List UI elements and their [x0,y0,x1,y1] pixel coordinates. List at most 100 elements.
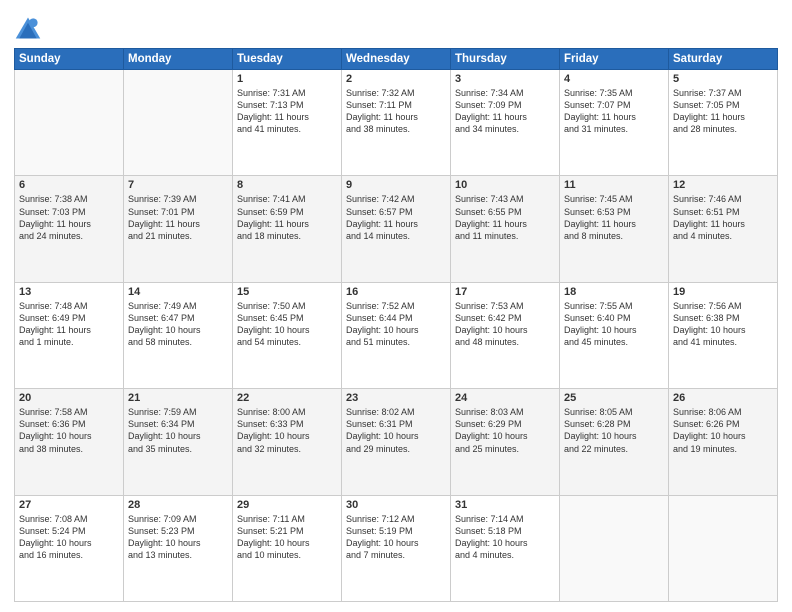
day-info: Sunrise: 7:41 AM Sunset: 6:59 PM Dayligh… [237,193,337,242]
day-info: Sunrise: 7:53 AM Sunset: 6:42 PM Dayligh… [455,300,555,349]
day-number: 16 [346,286,446,298]
day-number: 8 [237,179,337,191]
day-number: 9 [346,179,446,191]
day-info: Sunrise: 7:35 AM Sunset: 7:07 PM Dayligh… [564,87,664,136]
week-row-3: 20 Sunrise: 7:58 AM Sunset: 6:36 PM Dayli… [15,389,778,495]
day-number: 15 [237,286,337,298]
weekday-header-sunday: Sunday [15,49,124,70]
calendar-cell: 6 Sunrise: 7:38 AM Sunset: 7:03 PM Daylig… [15,176,124,282]
calendar-cell: 20 Sunrise: 7:58 AM Sunset: 6:36 PM Dayli… [15,389,124,495]
calendar-cell: 28 Sunrise: 7:09 AM Sunset: 5:23 PM Dayli… [124,495,233,601]
day-info: Sunrise: 7:11 AM Sunset: 5:21 PM Dayligh… [237,513,337,562]
day-info: Sunrise: 7:55 AM Sunset: 6:40 PM Dayligh… [564,300,664,349]
calendar-cell: 27Sunrise: 7:08 AM Sunset: 5:24 PM Dayli… [15,495,124,601]
day-info: Sunrise: 7:43 AM Sunset: 6:55 PM Dayligh… [455,193,555,242]
weekday-header-row: SundayMondayTuesdayWednesdayThursdayFrid… [15,49,778,70]
day-number: 7 [128,179,228,191]
calendar-cell: 31Sunrise: 7:14 AM Sunset: 5:18 PM Dayli… [451,495,560,601]
day-number: 26 [673,392,773,404]
day-number: 6 [19,179,119,191]
day-number: 24 [455,392,555,404]
calendar-cell: 19 Sunrise: 7:56 AM Sunset: 6:38 PM Dayli… [669,282,778,388]
weekday-header-friday: Friday [560,49,669,70]
day-number: 14 [128,286,228,298]
page: SundayMondayTuesdayWednesdayThursdayFrid… [0,0,792,612]
calendar-cell [124,70,233,176]
calendar-cell: 18 Sunrise: 7:55 AM Sunset: 6:40 PM Dayli… [560,282,669,388]
calendar-cell: 10 Sunrise: 7:43 AM Sunset: 6:55 PM Dayli… [451,176,560,282]
logo [14,14,44,42]
day-info: Sunrise: 7:38 AM Sunset: 7:03 PM Dayligh… [19,193,119,242]
day-info: Sunrise: 7:58 AM Sunset: 6:36 PM Dayligh… [19,406,119,455]
day-info: Sunrise: 8:00 AM Sunset: 6:33 PM Dayligh… [237,406,337,455]
day-number: 1 [237,73,337,85]
calendar-cell: 13Sunrise: 7:48 AM Sunset: 6:49 PM Dayli… [15,282,124,388]
day-number: 22 [237,392,337,404]
calendar-cell: 30 Sunrise: 7:12 AM Sunset: 5:19 PM Dayli… [342,495,451,601]
calendar-cell: 12 Sunrise: 7:46 AM Sunset: 6:51 PM Dayli… [669,176,778,282]
calendar-cell: 21Sunrise: 7:59 AM Sunset: 6:34 PM Dayli… [124,389,233,495]
day-number: 27 [19,499,119,511]
calendar-cell: 3 Sunrise: 7:34 AM Sunset: 7:09 PM Daylig… [451,70,560,176]
day-number: 2 [346,73,446,85]
week-row-2: 13Sunrise: 7:48 AM Sunset: 6:49 PM Dayli… [15,282,778,388]
day-number: 20 [19,392,119,404]
day-number: 13 [19,286,119,298]
weekday-header-tuesday: Tuesday [233,49,342,70]
logo-icon [14,14,42,42]
calendar-cell [15,70,124,176]
weekday-header-wednesday: Wednesday [342,49,451,70]
calendar-cell: 16 Sunrise: 7:52 AM Sunset: 6:44 PM Dayli… [342,282,451,388]
calendar-cell: 2 Sunrise: 7:32 AM Sunset: 7:11 PM Daylig… [342,70,451,176]
day-info: Sunrise: 7:46 AM Sunset: 6:51 PM Dayligh… [673,193,773,242]
calendar-cell: 23Sunrise: 8:02 AM Sunset: 6:31 PM Dayli… [342,389,451,495]
calendar-cell: 8 Sunrise: 7:41 AM Sunset: 6:59 PM Daylig… [233,176,342,282]
day-info: Sunrise: 8:05 AM Sunset: 6:28 PM Dayligh… [564,406,664,455]
calendar-table: SundayMondayTuesdayWednesdayThursdayFrid… [14,48,778,602]
day-number: 10 [455,179,555,191]
calendar-cell: 11 Sunrise: 7:45 AM Sunset: 6:53 PM Dayli… [560,176,669,282]
day-info: Sunrise: 8:06 AM Sunset: 6:26 PM Dayligh… [673,406,773,455]
day-number: 29 [237,499,337,511]
calendar-cell: 17Sunrise: 7:53 AM Sunset: 6:42 PM Dayli… [451,282,560,388]
day-info: Sunrise: 7:37 AM Sunset: 7:05 PM Dayligh… [673,87,773,136]
weekday-header-thursday: Thursday [451,49,560,70]
calendar-cell [560,495,669,601]
day-info: Sunrise: 7:52 AM Sunset: 6:44 PM Dayligh… [346,300,446,349]
day-number: 3 [455,73,555,85]
day-number: 28 [128,499,228,511]
day-number: 4 [564,73,664,85]
calendar-cell: 15 Sunrise: 7:50 AM Sunset: 6:45 PM Dayli… [233,282,342,388]
day-number: 23 [346,392,446,404]
day-number: 19 [673,286,773,298]
calendar-cell: 1 Sunrise: 7:31 AM Sunset: 7:13 PM Daylig… [233,70,342,176]
day-info: Sunrise: 7:50 AM Sunset: 6:45 PM Dayligh… [237,300,337,349]
calendar-cell: 9 Sunrise: 7:42 AM Sunset: 6:57 PM Daylig… [342,176,451,282]
day-info: Sunrise: 7:56 AM Sunset: 6:38 PM Dayligh… [673,300,773,349]
day-info: Sunrise: 7:42 AM Sunset: 6:57 PM Dayligh… [346,193,446,242]
day-number: 25 [564,392,664,404]
day-info: Sunrise: 7:09 AM Sunset: 5:23 PM Dayligh… [128,513,228,562]
day-info: Sunrise: 7:12 AM Sunset: 5:19 PM Dayligh… [346,513,446,562]
day-info: Sunrise: 7:45 AM Sunset: 6:53 PM Dayligh… [564,193,664,242]
day-number: 5 [673,73,773,85]
week-row-0: 1 Sunrise: 7:31 AM Sunset: 7:13 PM Daylig… [15,70,778,176]
day-info: Sunrise: 7:14 AM Sunset: 5:18 PM Dayligh… [455,513,555,562]
day-info: Sunrise: 7:34 AM Sunset: 7:09 PM Dayligh… [455,87,555,136]
calendar-cell: 4 Sunrise: 7:35 AM Sunset: 7:07 PM Daylig… [560,70,669,176]
day-info: Sunrise: 7:32 AM Sunset: 7:11 PM Dayligh… [346,87,446,136]
week-row-4: 27Sunrise: 7:08 AM Sunset: 5:24 PM Dayli… [15,495,778,601]
day-number: 18 [564,286,664,298]
weekday-header-saturday: Saturday [669,49,778,70]
calendar-cell: 29 Sunrise: 7:11 AM Sunset: 5:21 PM Dayli… [233,495,342,601]
day-number: 12 [673,179,773,191]
day-info: Sunrise: 7:31 AM Sunset: 7:13 PM Dayligh… [237,87,337,136]
day-number: 30 [346,499,446,511]
day-number: 11 [564,179,664,191]
calendar-cell: 7 Sunrise: 7:39 AM Sunset: 7:01 PM Daylig… [124,176,233,282]
calendar-cell: 26 Sunrise: 8:06 AM Sunset: 6:26 PM Dayli… [669,389,778,495]
day-info: Sunrise: 7:49 AM Sunset: 6:47 PM Dayligh… [128,300,228,349]
calendar-cell: 22 Sunrise: 8:00 AM Sunset: 6:33 PM Dayli… [233,389,342,495]
day-info: Sunrise: 7:39 AM Sunset: 7:01 PM Dayligh… [128,193,228,242]
week-row-1: 6 Sunrise: 7:38 AM Sunset: 7:03 PM Daylig… [15,176,778,282]
